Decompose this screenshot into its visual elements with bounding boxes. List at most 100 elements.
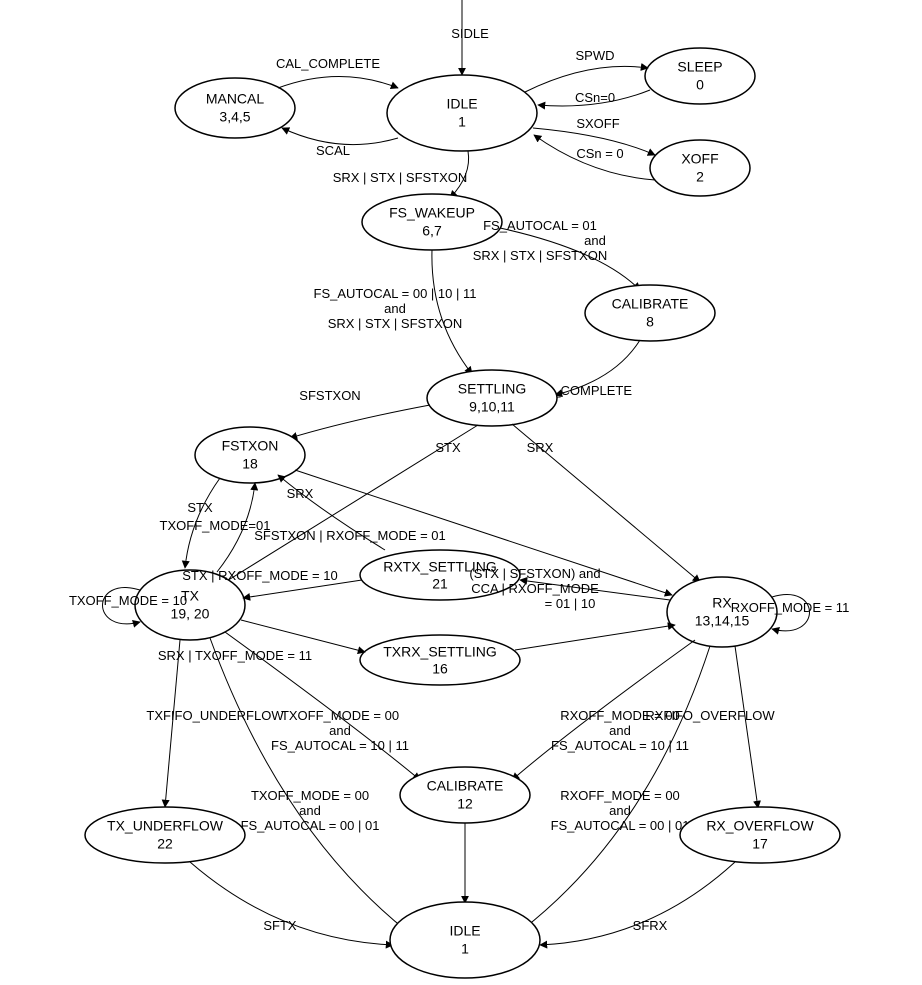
lbl-spwd: SPWD — [576, 48, 615, 63]
lbl-stx: STX — [435, 440, 461, 455]
lbl-and1: and — [584, 233, 606, 248]
lbl-and3: and — [329, 723, 351, 738]
lbl-txfifouf: TXFIFO_UNDERFLOW — [146, 708, 284, 723]
edge-rx-idle2: RXOFF_MODE = 00 and FS_AUTOCAL = 00 | 01 — [522, 646, 710, 930]
lbl-sfstxon: SFSTXON — [299, 388, 360, 403]
lbl-srxstx3: SRX | STX | SFSTXON — [328, 316, 463, 331]
state-fstxon: FSTXON 18 — [195, 427, 305, 483]
lbl-txoff00a: TXOFF_MODE = 00 — [281, 708, 399, 723]
edge-settling-rx: SRX — [512, 424, 700, 582]
state-settling-name: SETTLING — [458, 381, 526, 397]
state-txrxsettling: TXRX_SETTLING 16 — [360, 635, 520, 685]
edge-rx-cal12: RXOFF_MODE = 00 and FS_AUTOCAL = 10 | 11 — [512, 640, 695, 780]
edge-fswakeup-cal8: FS_AUTOCAL = 01 and SRX | STX | SFSTXON — [473, 218, 640, 290]
state-sleep-name: SLEEP — [677, 59, 722, 75]
state-rxof-name: RX_OVERFLOW — [706, 818, 814, 834]
state-sleep-id: 0 — [696, 77, 704, 93]
edge-idle-fswakeup: SRX | STX | SFSTXON — [333, 151, 469, 198]
state-idle-id: 1 — [458, 114, 466, 130]
lbl-sftx: SFTX — [263, 918, 297, 933]
state-rxtx-id: 21 — [432, 576, 448, 592]
lbl-fsauto0001a: FS_AUTOCAL = 00 | 01 — [241, 818, 380, 833]
state-fstxon-id: 18 — [242, 456, 258, 472]
lbl-srx2: SRX — [287, 486, 314, 501]
edge-rxof-idle2: SFRX — [540, 862, 735, 945]
state-settling: SETTLING 9,10,11 — [427, 370, 557, 426]
state-tx-id: 19, 20 — [171, 606, 210, 622]
lbl-fsauto1011b: FS_AUTOCAL = 10 | 11 — [551, 738, 689, 753]
lbl-srxtxoff11: SRX | TXOFF_MODE = 11 — [158, 648, 312, 663]
lbl-fsauto0001b: FS_AUTOCAL = 00 | 01 — [551, 818, 690, 833]
state-mancal-id: 3,4,5 — [219, 109, 250, 125]
lbl-stxrxoff10: STX | RXOFF_MODE = 10 — [182, 568, 337, 583]
lbl-and6: and — [609, 803, 631, 818]
state-fswakeup-id: 6,7 — [422, 223, 442, 239]
lbl-fsauto1011a: FS_AUTOCAL = 10 | 11 — [271, 738, 409, 753]
state-rxoverflow: RX_OVERFLOW 17 — [680, 807, 840, 863]
state-cal12-id: 12 — [457, 796, 473, 812]
lbl-fsa001011: FS_AUTOCAL = 00 | 10 | 11 — [314, 286, 477, 301]
state-rx-id: 13,14,15 — [695, 613, 750, 629]
lbl-ccarxoff: CCA | RXOFF_MODE — [471, 581, 599, 596]
state-rx-name: RX — [712, 595, 732, 611]
lbl-srxstx2: SRX | STX | SFSTXON — [473, 248, 608, 263]
lbl-stx2: STX — [187, 500, 213, 515]
edge-settling-fstxon: SFSTXON — [290, 388, 430, 438]
lbl-sfstxonrxoff01: SFSTXON | RXOFF_MODE = 01 — [254, 528, 446, 543]
lbl-csn0b: CSn = 0 — [576, 146, 623, 161]
state-calibrate12: CALIBRATE 12 — [400, 767, 530, 823]
lbl-rxoff00a: RXOFF_MODE = 00 — [560, 708, 680, 723]
lbl-and2: and — [384, 301, 406, 316]
state-fswakeup: FS_WAKEUP 6,7 — [362, 194, 502, 250]
state-idle: IDLE 1 — [387, 75, 537, 151]
lbl-rxoff00b: RXOFF_MODE = 00 — [560, 788, 680, 803]
state-idle-name: IDLE — [446, 96, 477, 112]
lbl-stxsfstxoncca: (STX | SFSTXON) and — [469, 566, 600, 581]
state-calibrate8: CALIBRATE 8 — [585, 285, 715, 341]
state-fstxon-name: FSTXON — [222, 438, 279, 454]
lbl-and4: and — [609, 723, 631, 738]
state-xoff-id: 2 — [696, 169, 704, 185]
state-txuf-id: 22 — [157, 836, 173, 852]
edge-fswakeup-settling: FS_AUTOCAL = 00 | 10 | 11 and SRX | STX … — [314, 250, 477, 374]
edge-mancal-idle: CAL_COMPLETE — [276, 56, 398, 88]
state-txrx-id: 16 — [432, 661, 448, 677]
edge-xoff-idle: CSn = 0 — [534, 135, 655, 180]
state-xoff-name: XOFF — [681, 151, 718, 167]
state-cal8-id: 8 — [646, 314, 654, 330]
lbl-txoff10: TXOFF_MODE = 10 — [69, 593, 187, 608]
lbl-txoff00b: TXOFF_MODE = 00 — [251, 788, 369, 803]
state-txuf-name: TX_UNDERFLOW — [107, 818, 224, 834]
state-cal8-name: CALIBRATE — [612, 296, 689, 312]
lbl-srxstx1: SRX | STX | SFSTXON — [333, 170, 468, 185]
lbl-sfrx: SFRX — [633, 918, 668, 933]
lbl-eq0110: = 01 | 10 — [545, 596, 596, 611]
edge-txrx-rx — [515, 625, 675, 650]
edge-tx-idle2: TXOFF_MODE = 00 and FS_AUTOCAL = 00 | 01 — [210, 638, 408, 932]
state-rxof-id: 17 — [752, 836, 768, 852]
state-mancal: MANCAL 3,4,5 — [175, 78, 295, 138]
state-mancal-name: MANCAL — [206, 91, 265, 107]
state-settling-id: 9,10,11 — [469, 399, 515, 415]
edge-sleep-idle: CSn=0 — [538, 90, 650, 106]
state-idle2-name: IDLE — [449, 923, 480, 939]
lbl-fsa01: FS_AUTOCAL = 01 — [483, 218, 597, 233]
edge-idle-mancal: SCAL — [282, 128, 398, 158]
lbl-csn0a: CSn=0 — [575, 90, 615, 105]
state-txunderflow: TX_UNDERFLOW 22 — [85, 807, 245, 863]
state-diagram: SIDLE SLEEP 0 XOFF 2 MANCAL 3,4,5 IDLE 1… — [0, 0, 922, 985]
state-sleep: SLEEP 0 — [645, 48, 755, 104]
lbl-srx: SRX — [527, 440, 554, 455]
state-fswakeup-name: FS_WAKEUP — [389, 205, 475, 221]
lbl-sxoff: SXOFF — [576, 116, 619, 131]
lbl-scal: SCAL — [316, 143, 350, 158]
edge-tx-underflow: TXFIFO_UNDERFLOW — [146, 640, 284, 807]
state-txrx-name: TXRX_SETTLING — [383, 644, 497, 660]
edge-rx-rxtx: (STX | SFSTXON) and CCA | RXOFF_MODE = 0… — [469, 566, 670, 611]
state-idle-bottom: IDLE 1 — [390, 902, 540, 978]
lbl-rxoff11: RXOFF_MODE = 11 — [731, 600, 850, 615]
lbl-sidle: SIDLE — [451, 26, 489, 41]
edge-rxtx-fstxon: SFSTXON | RXOFF_MODE = 01 — [254, 475, 446, 550]
state-idle2-id: 1 — [461, 941, 469, 957]
edge-idle-sleep: SPWD — [525, 48, 648, 92]
